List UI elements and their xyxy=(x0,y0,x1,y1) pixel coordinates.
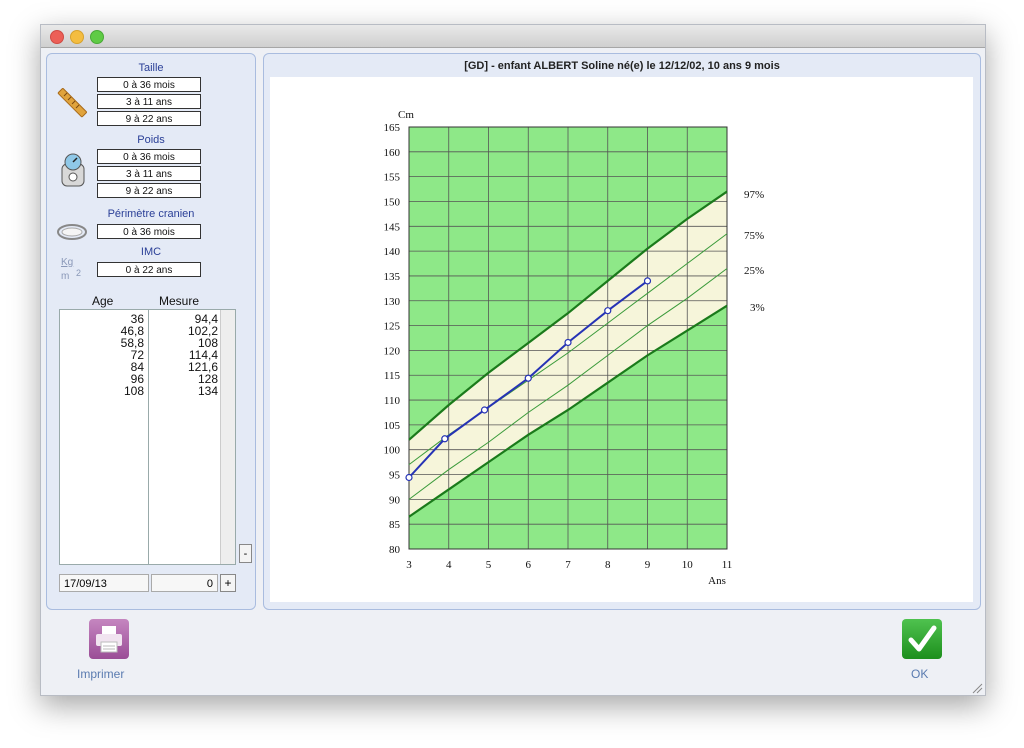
col-age-header: Age xyxy=(92,294,114,308)
patient-measure-point xyxy=(564,338,572,347)
growth-chart: 8085909510010511011512012513013514014515… xyxy=(384,109,765,587)
x-tick-label: 6 xyxy=(526,559,532,571)
y-tick-label: 125 xyxy=(384,321,401,333)
y-tick-label: 115 xyxy=(384,370,401,382)
y-tick-label: 145 xyxy=(384,221,401,233)
y-tick-label: 95 xyxy=(389,470,401,482)
patient-measure-point xyxy=(405,473,413,482)
poids-range-0-36-mois[interactable]: 0 à 36 mois xyxy=(97,149,201,164)
y-tick-label: 155 xyxy=(384,172,401,184)
x-tick-label: 7 xyxy=(565,559,571,571)
chart-panel: [GD] - enfant ALBERT Soline né(e) le 12/… xyxy=(263,53,981,610)
x-tick-label: 5 xyxy=(486,559,492,571)
resize-handle-icon[interactable] xyxy=(971,681,983,694)
date-input[interactable]: 17/09/13 xyxy=(59,574,149,592)
measure-input[interactable]: 0 xyxy=(151,574,218,592)
window: Taille 0 à 36 mois 3 à 11 ans 9 à 22 ans… xyxy=(40,24,986,696)
patient-measure-point xyxy=(524,374,532,382)
taille-title: Taille xyxy=(138,62,164,74)
poids-range-9-22-ans[interactable]: 9 à 22 ans xyxy=(97,183,201,198)
chart-area: 80 85 90 95 100 105 110 115 120 125 130 135 140 145 15… xyxy=(270,77,973,602)
ok-label[interactable]: OK xyxy=(911,667,928,681)
print-label[interactable]: Imprimer xyxy=(77,667,124,681)
add-row-button[interactable]: + xyxy=(220,574,236,592)
list-scrollbar[interactable] xyxy=(220,310,235,564)
y-tick-label: 165 xyxy=(384,122,401,134)
chart-title: [GD] - enfant ALBERT Soline né(e) le 12/… xyxy=(464,60,780,72)
patient-measure-point xyxy=(643,277,652,285)
ok-button[interactable] xyxy=(902,619,942,659)
print-button[interactable] xyxy=(89,619,129,659)
y-tick-label: 130 xyxy=(384,296,401,308)
minimize-window-button[interactable] xyxy=(70,30,84,44)
imc-icon-m: m xyxy=(61,271,70,282)
table-cell-age[interactable]: 108 xyxy=(60,385,144,397)
y-tick-label: 150 xyxy=(384,196,401,208)
x-tick-label: 11 xyxy=(722,559,733,571)
y-tick-label: 80 xyxy=(389,544,401,556)
taille-range-0-36-mois[interactable]: 0 à 36 mois xyxy=(97,77,201,92)
y-tick-label: 85 xyxy=(389,519,401,531)
x-axis-label: Ans xyxy=(708,575,726,587)
taille-range-9-22-ans[interactable]: 9 à 22 ans xyxy=(97,111,201,126)
y-tick-label: 110 xyxy=(384,395,401,407)
y-tick-label: 105 xyxy=(384,420,401,432)
y-tick-label: 100 xyxy=(384,445,401,457)
x-tick-label: 4 xyxy=(446,559,452,571)
close-window-button[interactable] xyxy=(50,30,64,44)
percentile-label: 25% xyxy=(744,265,764,277)
perimetre-title: Périmètre cranien xyxy=(107,208,195,220)
poids-title: Poids xyxy=(137,134,165,146)
imc-icon-exp: 2 xyxy=(76,268,82,278)
y-tick-label: 160 xyxy=(384,147,401,159)
list-divider xyxy=(148,310,149,564)
percentile-label: 75% xyxy=(744,230,764,242)
checkmark-icon xyxy=(908,625,937,652)
poids-range-3-11-ans[interactable]: 3 à 11 ans xyxy=(97,166,201,181)
perimetre-range-0-36-mois[interactable]: 0 à 36 mois xyxy=(97,224,201,239)
taille-range-3-11-ans[interactable]: 3 à 11 ans xyxy=(97,94,201,109)
x-tick-label: 9 xyxy=(645,559,651,571)
x-tick-label: 3 xyxy=(406,559,412,571)
y-tick-label: 140 xyxy=(384,246,401,258)
imc-range-0-22-ans[interactable]: 0 à 22 ans xyxy=(97,262,201,277)
y-tick-label: 90 xyxy=(389,494,401,506)
ruler-icon xyxy=(55,88,89,123)
percentile-label: 97% xyxy=(744,189,764,201)
col-mesure-header: Mesure xyxy=(159,294,200,308)
x-tick-label: 10 xyxy=(682,559,694,571)
imc-icon-kg: Kg xyxy=(61,257,74,268)
imc-formula-icon: Kg m 2 xyxy=(57,257,91,287)
percentile-label: 3% xyxy=(750,302,765,314)
y-tick-label: 120 xyxy=(384,345,401,357)
patient-measure-point xyxy=(604,307,612,315)
title-bar xyxy=(41,25,985,48)
patient-measure-point xyxy=(480,406,489,414)
tape-measure-icon xyxy=(56,222,88,247)
zoom-window-button[interactable] xyxy=(90,30,104,44)
x-tick-label: 8 xyxy=(605,559,611,571)
scale-icon xyxy=(59,152,87,193)
measurement-list[interactable]: 36 94,4 46,8 102,2 58,8 108 72 114,4 84 121,6 96 12… xyxy=(59,309,236,565)
remove-row-button[interactable]: - xyxy=(239,544,252,563)
y-tick-label: 135 xyxy=(384,271,401,283)
printer-icon xyxy=(96,626,122,653)
left-panel: Taille 0 à 36 mois 3 à 11 ans 9 à 22 ans… xyxy=(46,53,256,610)
patient-measure-point xyxy=(441,435,449,443)
y-axis-label: Cm xyxy=(398,109,414,121)
table-cell-mesure[interactable]: 134 xyxy=(150,385,218,397)
